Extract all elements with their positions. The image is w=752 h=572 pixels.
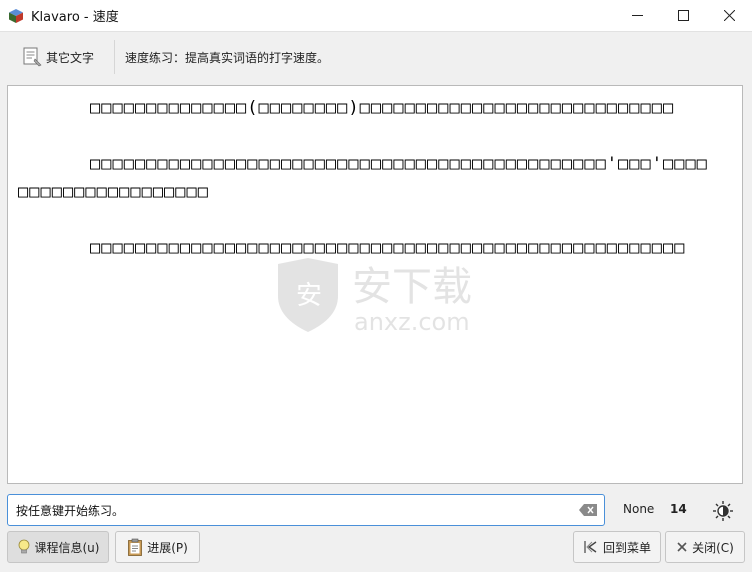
close-icon [723,10,735,21]
close-x-icon [677,542,687,552]
title-bar: Klavaro - 速度 [0,0,752,32]
clipboard-icon [128,538,143,556]
practice-text-area[interactable]: □□□□□□□□□□□□□□(□□□□□□□□)□□□□□□□□□□□□□□□□… [7,85,743,484]
sun-moon-icon [713,501,733,521]
course-info-button[interactable]: 课程信息(u) [7,531,109,563]
text-paragraph: □□□□□□□□□□□□□□□□□□□□□□□□□□□□□□□□□□□□□□□□… [18,154,708,202]
text-paragraph: □□□□□□□□□□□□□□(□□□□□□□□)□□□□□□□□□□□□□□□□… [90,98,675,118]
progress-label: 进展(P) [147,540,188,555]
toolbar-separator [114,40,116,74]
typing-input-text: 按任意键开始练习。 [16,503,125,518]
close-button[interactable]: 关闭(C) [665,531,745,563]
back-to-menu-label: 回到菜单 [602,540,651,555]
svg-text:安: 安 [296,281,322,311]
watermark-logo: 安 安下载 anxz.com [278,258,472,336]
back-to-menu-button[interactable]: 回到菜单 [573,531,661,563]
minimize-icon [631,15,643,16]
progress-button[interactable]: 进展(P) [115,531,200,563]
maximize-icon [677,10,689,21]
clear-input-button[interactable] [578,502,598,518]
svg-text:anxz.com: anxz.com [354,308,470,336]
level-count: 14 [670,502,687,516]
back-arrow-icon [584,541,597,553]
other-text-button[interactable]: 其它文字 [14,37,100,77]
text-paragraph: □□□□□□□□□□□□□□□□□□□□□□□□□□□□□□□□□□□□□□□□… [90,238,686,258]
backspace-clear-icon [579,504,597,516]
svg-text:安下载: 安下载 [352,264,472,310]
window-title: Klavaro - 速度 [31,10,119,25]
klavaro-app-icon [9,8,23,23]
maximize-button[interactable] [660,0,706,31]
other-text-label: 其它文字 [46,50,95,65]
close-window-button[interactable] [706,0,752,31]
course-info-label: 课程信息(u) [34,540,100,555]
exercise-description: 速度练习：提高真实词语的打字速度。 [125,50,330,65]
typing-input[interactable]: 按任意键开始练习。 [7,494,605,526]
document-icon [23,47,42,67]
close-label: 关闭(C) [692,540,734,555]
minimize-button[interactable] [614,0,660,31]
toolbar: 其它文字 速度练习：提高真实词语的打字速度。 [0,32,752,82]
keyboard-layout-status: None [623,502,655,516]
lightbulb-icon [18,539,29,554]
theme-toggle-button[interactable] [710,498,736,524]
